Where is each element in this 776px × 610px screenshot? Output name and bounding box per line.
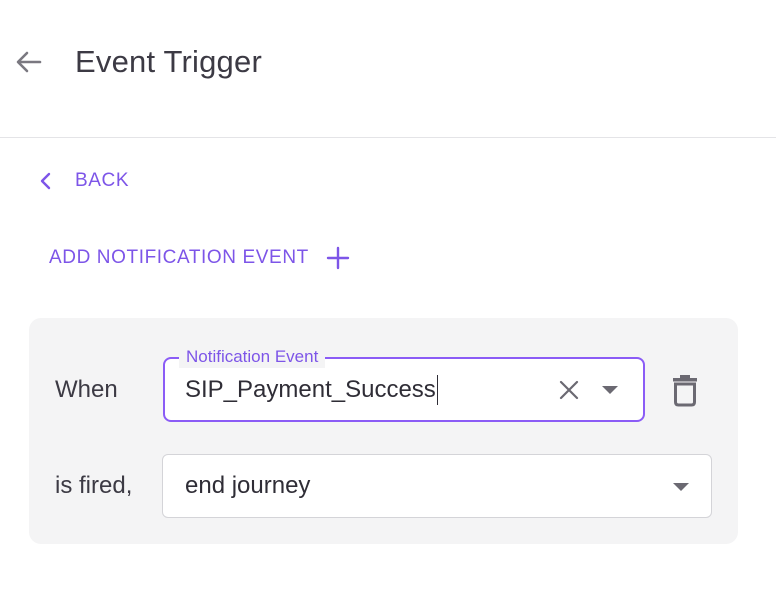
when-label: When (55, 376, 118, 403)
close-icon[interactable] (557, 378, 581, 402)
add-notification-event-button[interactable]: ADD NOTIFICATION EVENT (49, 242, 351, 274)
back-button[interactable]: BACK (36, 166, 129, 196)
notification-event-input[interactable]: SIP_Payment_Success (185, 375, 438, 405)
notification-event-field[interactable]: Notification Event SIP_Payment_Success (163, 346, 645, 422)
back-button-label: BACK (75, 170, 130, 191)
caret-down-icon[interactable] (670, 478, 692, 496)
plus-icon (326, 246, 350, 270)
is-fired-label: is fired, (55, 472, 133, 499)
journey-action-select[interactable]: end journey (162, 454, 712, 518)
page-header: Event Trigger (0, 0, 776, 138)
arrow-left-icon[interactable] (14, 47, 44, 77)
journey-action-value: end journey (185, 472, 311, 499)
caret-down-icon[interactable] (599, 381, 621, 399)
trash-icon[interactable] (671, 373, 699, 407)
notification-event-label: Notification Event (179, 346, 326, 368)
add-notification-event-label: ADD NOTIFICATION EVENT (49, 247, 309, 268)
chevron-left-icon (40, 172, 51, 190)
page-title: Event Trigger (75, 44, 262, 79)
